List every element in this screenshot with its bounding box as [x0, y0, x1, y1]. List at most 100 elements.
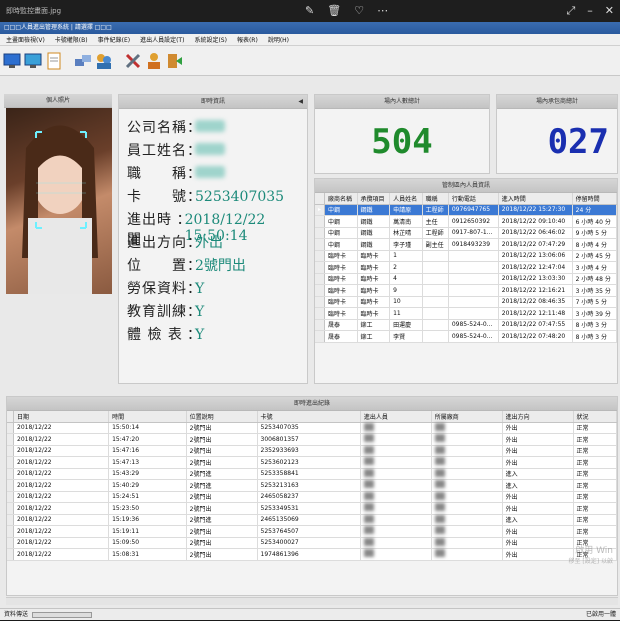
row-marker [315, 261, 325, 274]
log-column-header[interactable]: 位置說明 [186, 411, 258, 423]
table-row[interactable]: 2018/12/22 15:47:13 2號門出 5253602123 外出 正常 [7, 456, 617, 469]
table-row[interactable]: 2018/12/22 15:50:14 2號門出 5253407035 外出 正常 [7, 422, 617, 434]
table-cell: 9 小時 5 分 [572, 227, 617, 239]
person-photo [6, 108, 112, 294]
table-row[interactable]: 2018/12/22 15:09:50 2號門出 5253400027 外出 正常 [7, 537, 617, 549]
table-row[interactable]: 臨時卡 臨時卡 11 2018/12/22 12:11:48 3 小時 39 分 [315, 307, 617, 320]
table-cell: 臨時卡 [324, 296, 358, 308]
table-row[interactable]: 2018/12/22 15:43:29 2號門進 5253358841 進入 正常 [7, 468, 617, 480]
table-cell: 2465135069 [257, 514, 361, 526]
more-icon[interactable]: ⋯ [377, 4, 388, 17]
table-cell: 正常 [573, 491, 617, 503]
present-column-header[interactable]: 承攬項目 [357, 193, 391, 205]
trash-icon[interactable]: 🗑 [327, 4, 341, 17]
table-row[interactable]: 2018/12/22 15:24:51 2號門出 2465058237 外出 正常 [7, 491, 617, 503]
minimize-icon[interactable]: – [587, 4, 593, 18]
table-row[interactable]: 2018/12/22 15:47:16 2號門出 2352933693 外出 正常 [7, 445, 617, 457]
table-row[interactable]: 中鋼 鋼鐵 李子瑾 副主任 0918493239 2018/12/22 07:47:29 8… [315, 238, 617, 251]
table-cell: 8 小時 3 分 [572, 319, 617, 331]
menu-item-card[interactable]: 卡號權限(B) [55, 35, 88, 44]
log-column-header[interactable]: 狀況 [573, 411, 617, 423]
table-cell: 15:19:11 [108, 525, 187, 538]
present-column-header[interactable]: 行動電話 [448, 193, 499, 205]
document-icon[interactable] [44, 49, 63, 73]
table-cell: 2號門出 [186, 491, 258, 503]
log-column-header[interactable]: 日期 [13, 411, 110, 423]
table-cell: 正常 [573, 456, 617, 469]
exit-icon[interactable] [165, 49, 184, 73]
log-column-header[interactable]: 進出方向 [502, 411, 574, 423]
table-cell: 0985-524-0... [448, 330, 499, 343]
tools-icon[interactable] [123, 49, 142, 73]
expand-icon[interactable]: ⤢ [566, 4, 575, 18]
table-row[interactable]: 2018/12/22 15:19:11 2號門出 5253764507 外出 正常 [7, 525, 617, 538]
table-cell: 2018/12/22 13:03:30 [498, 273, 573, 285]
table-row[interactable]: 中鋼 鋼鐵 萬清南 主任 0912650392 2018/12/22 09:10:40 6 … [315, 215, 617, 228]
table-row[interactable]: 晟泰 鉚工 田運慶 0985-524-0... 2018/12/22 07:47:55 8… [315, 319, 617, 331]
table-row[interactable]: 2018/12/22 15:08:31 2號門出 1974861396 外出 正常 [7, 548, 617, 561]
app-titlebar: □□□人員進出管理系統 | 請選擇 □□□ [0, 22, 620, 34]
present-column-header[interactable]: 人員姓名 [389, 193, 423, 205]
log-column-header[interactable]: 卡號 [257, 411, 361, 423]
table-cell: 2018/12/22 07:47:29 [498, 238, 573, 251]
table-cell: 15:50:14 [108, 422, 187, 434]
table-row[interactable]: 臨時卡 臨時卡 9 2018/12/22 12:16:21 3 小時 35 分 [315, 284, 617, 297]
users-icon[interactable] [94, 49, 113, 73]
network-icon[interactable] [73, 49, 92, 73]
menu-item-reports[interactable]: 報表(R) [237, 35, 258, 44]
row-marker [315, 296, 325, 308]
table-row[interactable]: 2018/12/22 15:47:20 2號門出 3006801357 外出 正常 [7, 433, 617, 446]
user-settings-icon[interactable] [144, 49, 163, 73]
menu-item-personnel[interactable]: 進出人員設定(T) [140, 35, 184, 44]
table-cell [360, 468, 432, 480]
table-cell: 15:40:29 [108, 479, 187, 492]
table-cell: 主任 [422, 215, 449, 228]
table-cell: 2018/12/22 [13, 479, 110, 492]
table-row[interactable]: ▸ 中鋼 鋼鐵 申請原 工程師 0976947765 2018/12/22 15:27:30… [315, 204, 617, 216]
table-row[interactable]: 2018/12/22 15:19:36 2號門進 2465135069 進入 正常 [7, 514, 617, 526]
table-row[interactable]: 2018/12/22 15:23:50 2號門出 5253349531 外出 正常 [7, 502, 617, 515]
table-row[interactable]: 中鋼 鋼鐵 林芷晴 工程師 0917-807-1... 2018/12/22 06:46:… [315, 227, 617, 239]
menu-item-system[interactable]: 系統設定(S) [194, 35, 227, 44]
collapse-arrow-icon[interactable]: ◀ [298, 95, 303, 109]
table-cell: 臨時卡 [357, 261, 391, 274]
table-cell: 1 [389, 250, 423, 262]
table-cell: 2018/12/22 [13, 422, 110, 434]
table-cell: 2號門出 [186, 525, 258, 538]
monitor-icon[interactable] [2, 49, 21, 73]
table-row[interactable]: 臨時卡 臨時卡 10 2018/12/22 08:46:35 7 小時 5 分 [315, 296, 617, 308]
table-cell: 0918493239 [448, 238, 499, 251]
table-cell [422, 284, 449, 297]
table-cell [431, 433, 503, 446]
log-column-header[interactable]: 所屬廠商 [431, 411, 503, 423]
table-cell: 臨時卡 [357, 273, 391, 285]
present-column-header[interactable]: 廠商名稱 [324, 193, 358, 205]
table-cell: 2 小時 45 分 [572, 250, 617, 262]
table-cell [360, 422, 432, 434]
row-marker [315, 330, 325, 343]
table-row[interactable]: 臨時卡 臨時卡 1 2018/12/22 13:06:06 2 小時 45 分 [315, 250, 617, 262]
present-column-header[interactable]: 停留時間 [572, 193, 617, 205]
table-cell: 臨時卡 [324, 273, 358, 285]
table-cell: 2018/12/22 [13, 456, 110, 469]
log-scrollbar[interactable] [6, 597, 618, 605]
table-row[interactable]: 晟泰 鉚工 李賢 0985-524-0... 2018/12/22 07:48:20 8 … [315, 330, 617, 343]
heart-icon[interactable]: ♡ [354, 4, 364, 17]
table-cell: 0917-807-1... [448, 227, 499, 239]
table-cell: 3 小時 35 分 [572, 284, 617, 297]
present-column-header[interactable]: 職稱 [422, 193, 449, 205]
log-column-header[interactable]: 進出人員 [360, 411, 432, 423]
table-cell [422, 261, 449, 274]
table-cell: 外出 [502, 525, 574, 538]
menu-item-events[interactable]: 事件紀錄(E) [98, 35, 130, 44]
present-column-header[interactable]: 進入時間 [498, 193, 573, 205]
monitor-icon[interactable] [23, 49, 42, 73]
table-row[interactable]: 臨時卡 臨時卡 2 2018/12/22 12:47:04 3 小時 4 分 [315, 261, 617, 274]
table-row[interactable]: 2018/12/22 15:40:29 2號門進 5253213163 進入 正常 [7, 479, 617, 492]
close-icon[interactable]: ✕ [605, 4, 614, 18]
menu-item-view[interactable]: 主畫面檢視(V) [6, 35, 45, 44]
edit-icon[interactable]: ✎ [305, 4, 314, 17]
menu-item-help[interactable]: 說明(H) [268, 35, 289, 44]
table-row[interactable]: 臨時卡 臨時卡 4 2018/12/22 13:03:30 2 小時 48 分 [315, 273, 617, 285]
log-column-header[interactable]: 時間 [108, 411, 187, 423]
